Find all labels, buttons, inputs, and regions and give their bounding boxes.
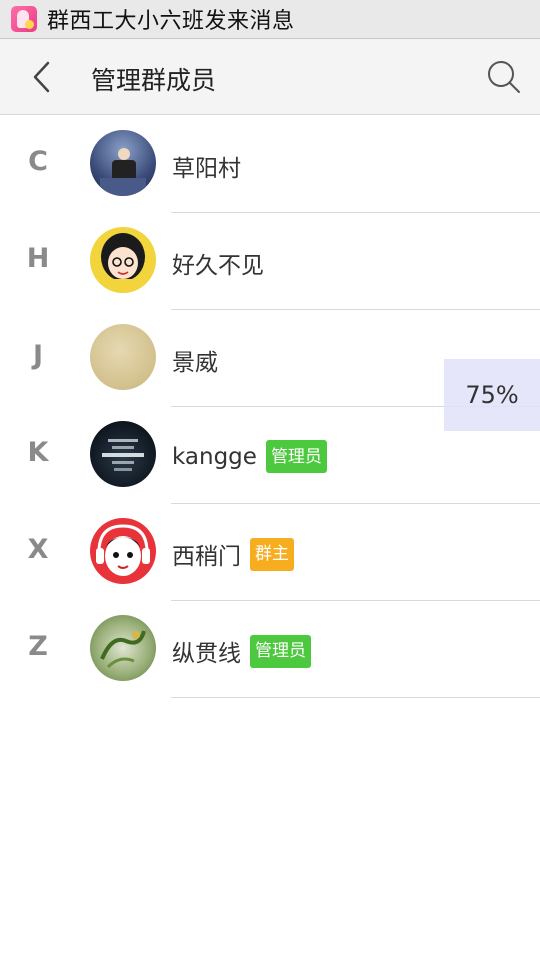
admin-badge: 管理员	[250, 634, 311, 668]
member-name: kangge	[172, 443, 257, 470]
member-row[interactable]: X 西稍门 群主	[0, 504, 540, 601]
index-letter: K	[27, 437, 49, 468]
avatar[interactable]	[90, 130, 156, 196]
chevron-left-icon	[33, 61, 50, 93]
member-name: 好久不见	[172, 253, 264, 279]
member-row[interactable]: Z 纵贯线 管理员	[0, 601, 540, 698]
index-letter: X	[27, 534, 49, 565]
notification-bar[interactable]: 群西工大小六班发来消息	[0, 0, 540, 39]
avatar[interactable]	[90, 518, 156, 584]
member-name: 西稍门	[172, 544, 241, 570]
member-name: 景威	[172, 350, 218, 376]
page-title: 管理群成员	[91, 66, 217, 95]
index-letter: C	[28, 146, 48, 177]
notification-text: 群西工大小六班发来消息	[47, 9, 295, 34]
avatar[interactable]	[90, 324, 156, 390]
member-row[interactable]: H 好久不见	[0, 213, 540, 310]
member-name: 草阳村	[172, 156, 241, 182]
app-header: 管理群成员	[0, 39, 540, 115]
member-row[interactable]: C 草阳村	[0, 116, 540, 213]
search-icon	[488, 61, 520, 93]
index-letter: Z	[28, 631, 48, 662]
row-divider	[171, 697, 540, 698]
zoom-indicator: 75%	[444, 359, 540, 431]
avatar[interactable]	[90, 227, 156, 293]
search-button[interactable]	[484, 57, 524, 97]
admin-badge: 管理员	[265, 440, 327, 473]
back-button[interactable]	[22, 57, 62, 97]
member-name: 纵贯线	[172, 641, 241, 667]
index-letter: H	[26, 243, 50, 274]
owner-badge: 群主	[250, 537, 294, 571]
index-letter: J	[32, 340, 44, 371]
avatar[interactable]	[90, 421, 156, 487]
avatar[interactable]	[90, 615, 156, 681]
app-icon	[11, 6, 37, 32]
